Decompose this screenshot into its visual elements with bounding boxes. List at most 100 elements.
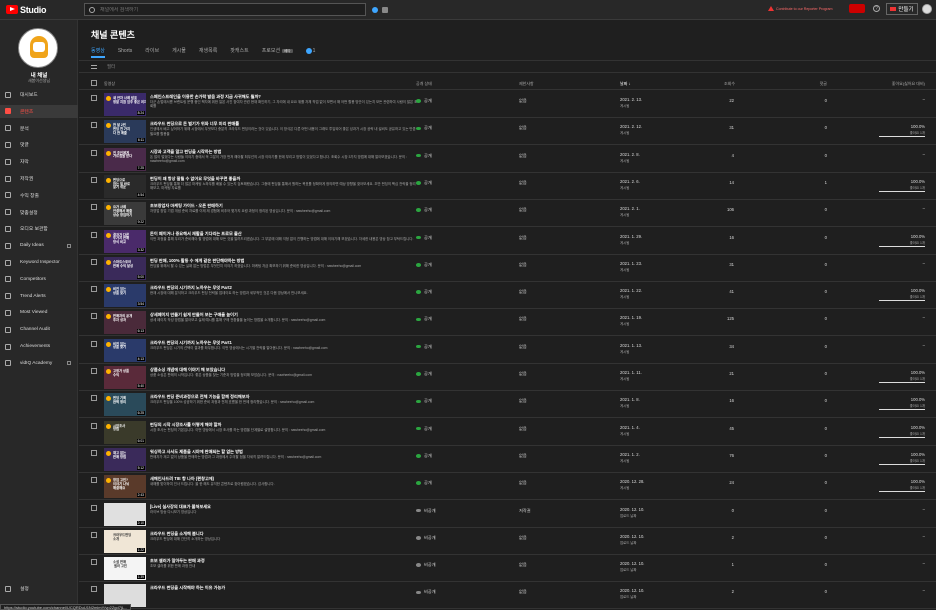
search-input[interactable] — [100, 6, 340, 13]
table-row[interactable]: 펀딩 기획 완벽 정리 6:25 크라우드 펀딩 준비과정으로 전체 기능을 함께 … — [79, 391, 936, 419]
video-thumbnail[interactable]: 한 달 2번 펀딩 천 가지 다 한 매출 6:11 — [104, 120, 146, 144]
video-thumbnail[interactable]: 새 연차 사례 발표 정말 지원 엄주 좋은 여자 8:24 — [104, 93, 146, 116]
table-row[interactable]: 창업 고민? 이야기 나눠 해결해요 2:43 새해인사드려 TIE 항 나아 (편… — [79, 473, 936, 501]
row-checkbox[interactable] — [91, 531, 97, 538]
col-views[interactable]: 조회수 — [705, 81, 735, 87]
tab[interactable]: Shorts — [118, 46, 132, 58]
visibility-dropdown[interactable]: 공개 — [416, 316, 432, 322]
sidebar-item[interactable]: Achievements — [0, 340, 78, 353]
tab[interactable]: 프로모션 베타 — [262, 46, 293, 58]
visibility-dropdown[interactable]: 공개 — [416, 235, 432, 241]
search-box[interactable] — [84, 3, 366, 16]
tab[interactable]: 게시물 — [172, 46, 186, 58]
sidebar-item[interactable]: 수익 창출 — [0, 189, 78, 202]
visibility-dropdown[interactable]: 공개 — [416, 180, 432, 186]
sidebar-item[interactable]: Channel Audit — [0, 323, 78, 336]
visibility-dropdown[interactable]: 비공개 — [416, 508, 436, 514]
visibility-dropdown[interactable]: 비공개 — [416, 589, 436, 595]
globe-button[interactable]: 1 — [305, 46, 315, 58]
table-row[interactable]: 펀딩으로 하는 일 바로 알기 쉬운 4:54 펀딩이 왜 항상 잘될 수 없어요 … — [79, 173, 936, 200]
video-thumbnail[interactable]: 시장조사 방법 6:01 — [104, 420, 146, 444]
extension-icon[interactable] — [372, 6, 378, 13]
visibility-dropdown[interactable]: 공개 — [416, 398, 432, 404]
studio-logo[interactable]: Studio — [6, 5, 84, 15]
row-checkbox[interactable] — [91, 204, 97, 211]
visibility-dropdown[interactable]: 공개 — [416, 344, 432, 350]
video-thumbnail[interactable]: 결과가 다른 두가지 판매 방식 비교 3:32 — [104, 229, 146, 253]
sidebar-item[interactable]: 콘텐츠 — [0, 104, 78, 118]
row-checkbox[interactable] — [91, 313, 97, 320]
row-checkbox[interactable] — [91, 559, 97, 566]
sidebar-item[interactable]: 분석 — [0, 122, 78, 135]
video-thumbnail[interactable]: 요가 사례 연결해서 매출 상승 창업하기 9:22 — [104, 202, 146, 226]
table-row[interactable]: 한 달 2번 펀딩 천 가지 다 한 매출 6:11 크라우드 펀딩으로 돈 벌기가… — [79, 118, 936, 146]
row-checkbox[interactable] — [91, 122, 97, 129]
table-row[interactable]: 비전 있는 상품 찾기 3:54 크라우드 펀딩의 시기까지 노하우는 무엇 Par… — [79, 282, 936, 310]
table-row[interactable]: 비전 있는 상품 찾기 4:13 크라우드 펀딩의 시기까지 노하우는 무엇 Par… — [79, 337, 936, 364]
video-thumbnail[interactable]: 소셜 판매 셀러 고민 1:39 — [104, 557, 146, 581]
video-thumbnail[interactable]: 펀딩 기획 완벽 정리 6:25 — [104, 393, 146, 417]
col-comments[interactable]: 댓글 — [797, 81, 827, 87]
table-row[interactable]: 크라우드 펀딩을 시작해야 하는 이유 가능가 비공개 없음 2020. 12. 10… — [79, 582, 936, 610]
visibility-dropdown[interactable]: 비공개 — [416, 562, 436, 568]
row-checkbox[interactable] — [91, 149, 97, 156]
col-likes[interactable]: 좋아요(싫어요 대비) — [869, 81, 925, 87]
col-visibility[interactable]: 공개 상태 — [416, 81, 432, 87]
sidebar-item[interactable]: 맞춤설정 — [0, 206, 78, 219]
table-row[interactable]: 새 연차 사례 발표 정말 지원 엄주 좋은 여자 8:24 스페인스프레인을 이용… — [79, 91, 936, 118]
filter-bar[interactable]: 필터 — [79, 60, 936, 73]
table-row[interactable]: 전 주인에게 가르침을 받다 7:25 시장과 고객을 알고 펀딩을 시작하는 방법… — [79, 146, 936, 173]
select-all-checkbox[interactable] — [91, 80, 97, 86]
video-thumbnail[interactable]: 펀딩으로 하는 일 바로 알기 쉬운 4:54 — [104, 174, 146, 198]
extension-menu-icon[interactable] — [382, 6, 388, 13]
video-thumbnail[interactable]: 크라우드펀딩 소개 1:22 — [104, 529, 146, 553]
visibility-dropdown[interactable]: 공개 — [416, 426, 432, 432]
table-row[interactable]: 재고 없는 판매 방법 5:12 워싱하고 사서도 제품을 시야에 판매되는 할 없… — [79, 446, 936, 473]
table-row[interactable]: 크라우드펀딩 소개 1:22 크라우드 펀딩을 소개해 봅니다 크라우드 펀딩에 대해… — [79, 528, 936, 555]
visibility-dropdown[interactable]: 공개 — [416, 371, 432, 377]
video-thumbnail[interactable]: 창업 고민? 이야기 나눠 해결해요 2:43 — [104, 475, 146, 499]
row-checkbox[interactable] — [91, 449, 97, 456]
table-row[interactable]: 2:10 [Live] 실사장의 대표가 불쳐보세요 라이브 방송 다시보기 영상입… — [79, 501, 936, 528]
sidebar-item[interactable]: Trend Alerts — [0, 290, 78, 303]
col-date[interactable]: 날짜 ↓ — [620, 81, 630, 87]
visibility-dropdown[interactable]: 공개 — [416, 125, 432, 131]
tab[interactable]: 재생목록 — [199, 46, 217, 58]
video-thumbnail[interactable]: 판매자의 공개 투자 성과 6:13 — [104, 311, 146, 335]
sidebar-item[interactable]: 자막 — [0, 155, 78, 168]
row-checkbox[interactable] — [91, 231, 97, 238]
sidebar-item[interactable]: Competitors — [0, 273, 78, 286]
visibility-dropdown[interactable]: 비공개 — [416, 535, 436, 541]
row-checkbox[interactable] — [91, 286, 97, 293]
create-button[interactable]: 만들기 — [886, 3, 918, 15]
table-row[interactable]: 요가 사례 연결해서 매출 상승 창업하기 9:22 초보창업자 마케팅 가이드 -… — [79, 200, 936, 228]
sidebar-item[interactable]: 댓글 — [0, 138, 78, 151]
row-checkbox[interactable] — [91, 422, 97, 429]
visibility-dropdown[interactable]: 공개 — [416, 480, 432, 486]
row-checkbox[interactable] — [91, 586, 97, 593]
video-thumbnail[interactable]: 재고 없는 판매 방법 5:12 — [104, 447, 146, 471]
row-checkbox[interactable] — [91, 176, 97, 183]
table-row[interactable]: 고정가 상품 수익 5:40 상품소싱 개념에 대해 이야기 해 보았습니다 상품 소… — [79, 364, 936, 391]
sidebar-item[interactable]: 오디오 보관함 — [0, 222, 78, 235]
table-row[interactable]: 시장조사 방법 6:01 펀딩의 시작 시장조사를 어떻게 해야 할까 시장 조사는 … — [79, 419, 936, 446]
row-checkbox[interactable] — [91, 368, 97, 374]
video-thumbnail[interactable]: 전 주인에게 가르침을 받다 7:25 — [104, 147, 146, 171]
video-thumbnail[interactable]: 비전 있는 상품 찾기 4:13 — [104, 338, 146, 362]
visibility-dropdown[interactable]: 공개 — [416, 453, 432, 459]
row-checkbox[interactable] — [91, 340, 97, 347]
table-row[interactable]: 판매자의 공개 투자 성과 6:13 상세페이지 만들기 쉽게 만들어 보는 구매율… — [79, 309, 936, 337]
table-row[interactable]: 스마트스토어 판매 수익 달성 5:00 펀딩 판매, 100% 활동 수 에게 같… — [79, 255, 936, 282]
tab[interactable]: 동영상 — [91, 46, 105, 58]
video-thumbnail[interactable]: 고정가 상품 수익 5:40 — [104, 366, 146, 389]
sidebar-item-settings[interactable]: 설정 — [0, 582, 78, 595]
sidebar-item[interactable]: Most Viewed — [0, 306, 78, 319]
table-row[interactable]: 결과가 다른 두가지 판매 방식 비교 3:32 돈이 떼이거나 중요해서 재활을 … — [79, 228, 936, 255]
video-thumbnail[interactable]: 2:10 — [104, 502, 146, 526]
visibility-dropdown[interactable]: 공개 — [416, 207, 432, 213]
sidebar-item[interactable]: Daily Ideas — [0, 239, 78, 252]
row-checkbox[interactable] — [91, 477, 97, 484]
visibility-dropdown[interactable]: 공개 — [416, 262, 432, 268]
account-avatar[interactable] — [922, 4, 932, 14]
video-thumbnail[interactable]: 비전 있는 상품 찾기 3:54 — [104, 284, 146, 308]
